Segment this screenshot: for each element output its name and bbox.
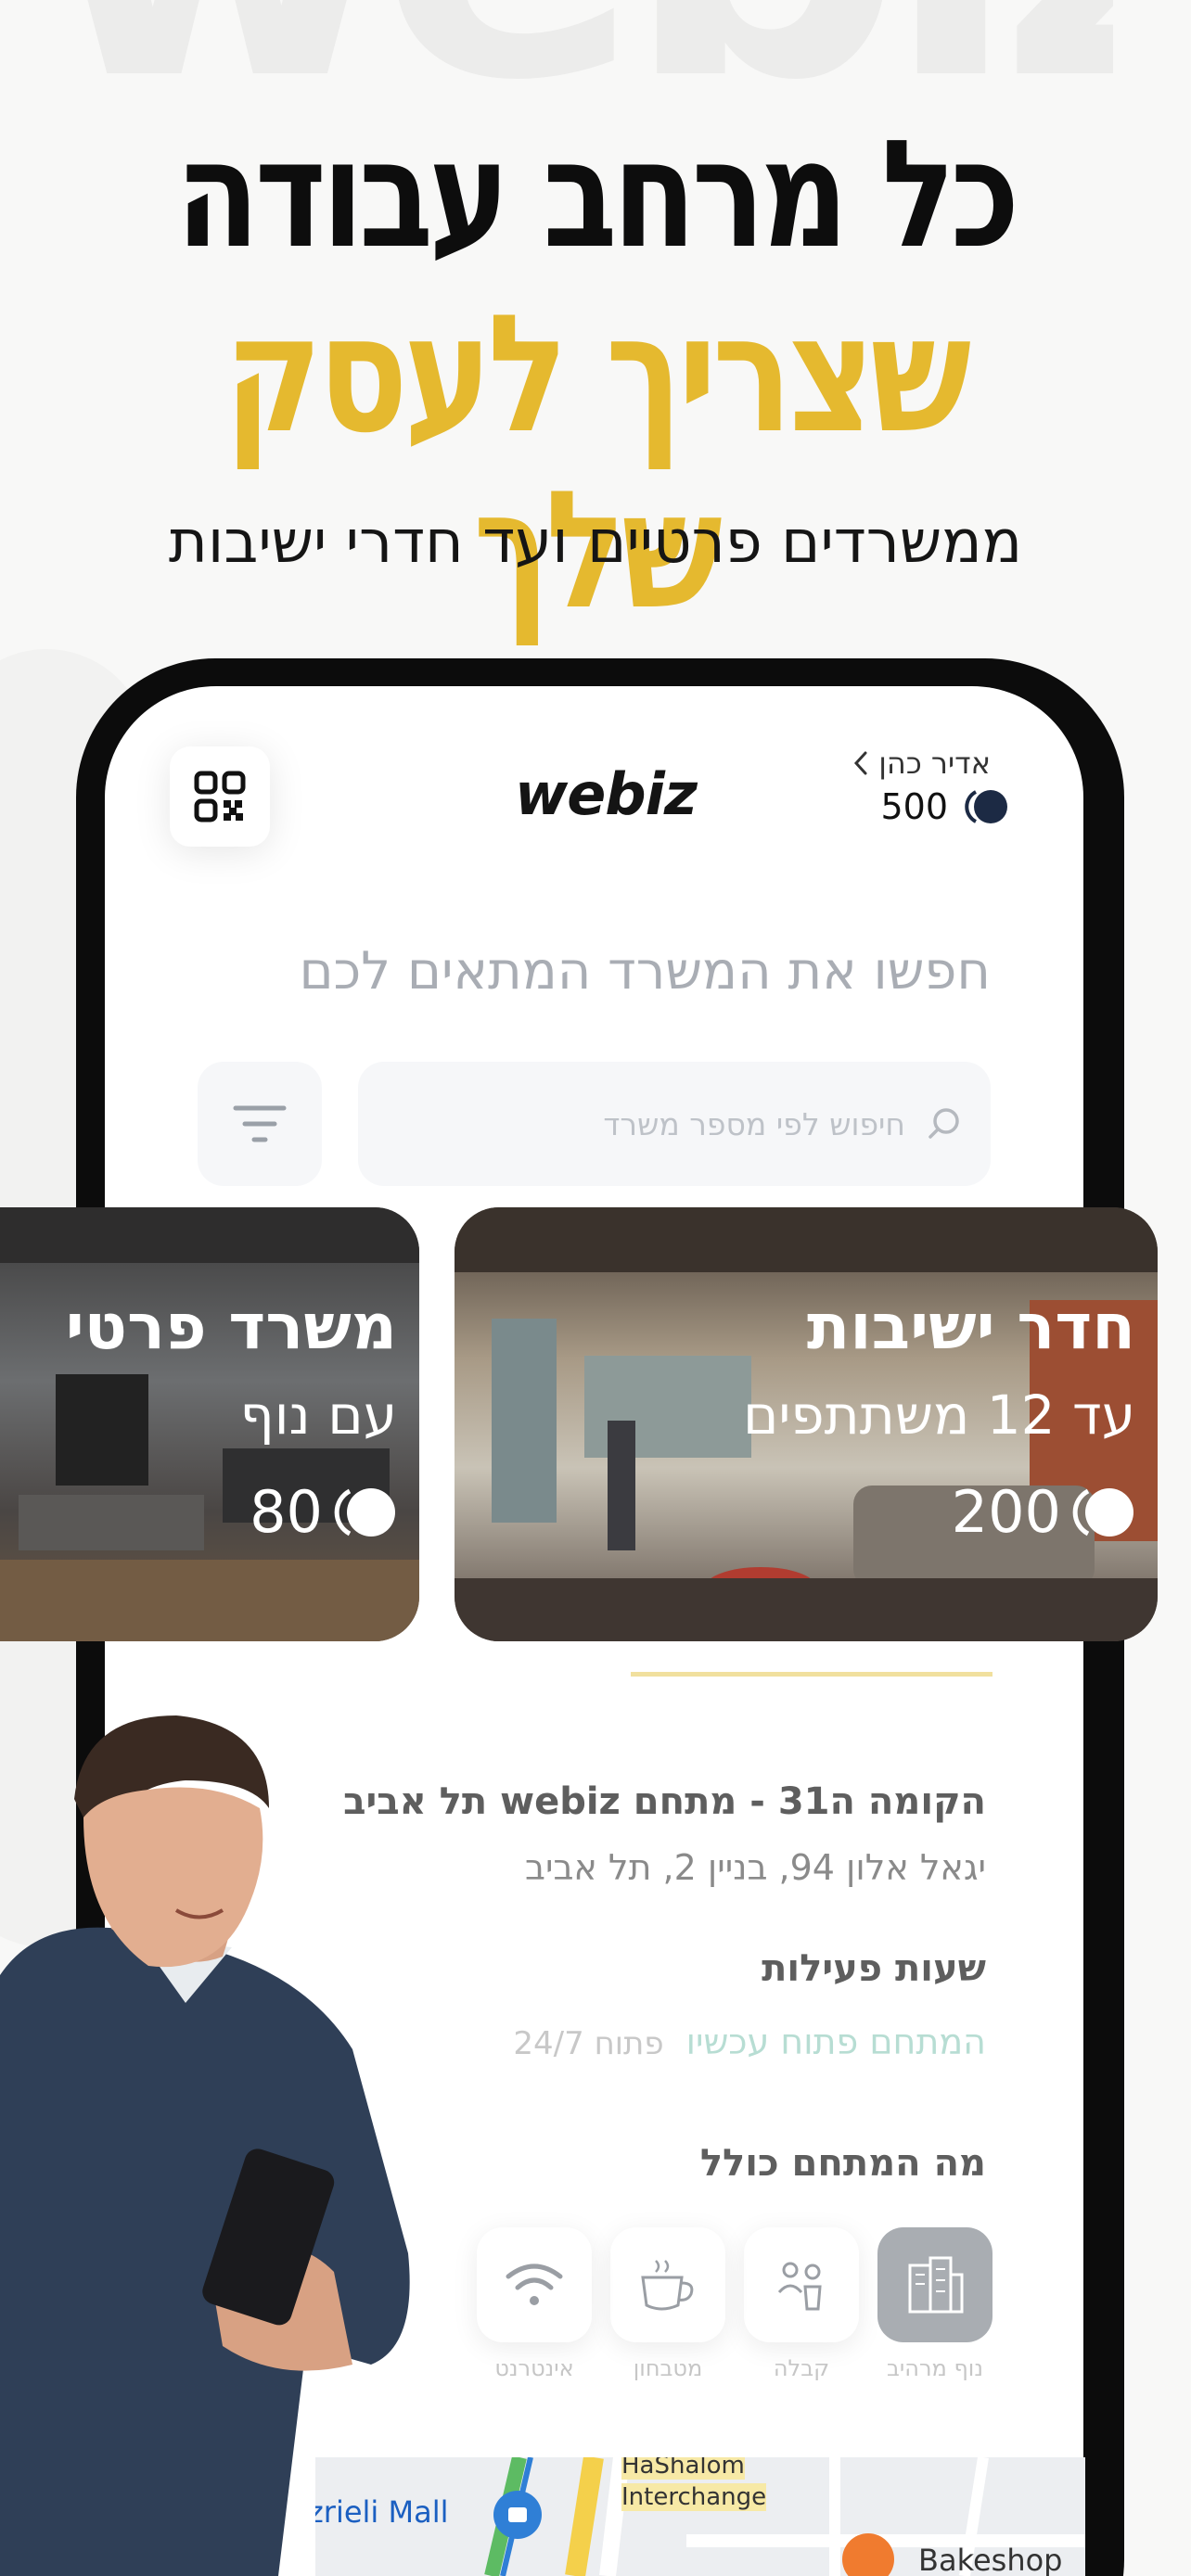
open-now-text: המתחם פתוח עכשיו — [685, 2021, 986, 2062]
amenity-label: מטבחון — [633, 2355, 703, 2381]
space-card-meeting-room[interactable]: חדר ישיבות עד 12 משתתפים 200 — [455, 1207, 1158, 1641]
coffee-cup-icon — [641, 2260, 694, 2311]
search-input[interactable] — [386, 1105, 905, 1142]
hero-headline-line1: כל מרחב עבודה — [175, 108, 1020, 281]
hero-headline-line2: שצריך לעסק שלך — [224, 281, 971, 645]
venue-address: יגאל אלון 94, בניין 2, תל אביב — [524, 1847, 986, 1888]
credit-coin-icon — [961, 788, 1009, 825]
card-price: 80 — [250, 1478, 397, 1546]
search-icon — [928, 1108, 959, 1139]
amenities-title: מה המתחם כולל — [699, 2142, 986, 2185]
qr-code-icon — [194, 771, 246, 823]
credits-value: 500 — [880, 786, 948, 827]
carousel-indicator — [631, 1672, 992, 1677]
card-title: חדר ישיבות — [806, 1291, 1135, 1364]
amenity-label: נוף מרהיב — [887, 2355, 983, 2381]
card-price-value: 80 — [250, 1478, 323, 1546]
space-card-private-office[interactable]: משרד פרטי עם נוף 80 — [0, 1207, 419, 1641]
background-watermark: webiz — [37, 0, 1113, 93]
hero-subtitle: ממשרדים פרטיים ועד חדרי ישיבות — [168, 508, 1023, 577]
wifi-icon — [506, 2264, 563, 2305]
reception-icon — [777, 2262, 822, 2311]
man-with-phone-photo — [0, 1715, 410, 2576]
amenity-reception[interactable]: קבלה — [744, 2227, 859, 2381]
amenity-internet[interactable]: אינטרנט — [477, 2227, 592, 2381]
buildings-icon — [908, 2256, 964, 2314]
chevron-left-icon — [854, 751, 867, 775]
amenity-label: קבלה — [773, 2355, 830, 2381]
map-label-interchange: Interchange — [621, 2483, 767, 2511]
credit-coin-icon — [1067, 1486, 1135, 1539]
qr-code-button[interactable] — [170, 746, 270, 847]
card-title: משרד פרטי — [65, 1291, 397, 1364]
hours-title: שעות פעילות — [762, 1947, 986, 1990]
user-name: אדיר כהן — [878, 746, 991, 781]
card-price: 200 — [952, 1478, 1135, 1546]
map-label-hashalom: HaShalom — [621, 2457, 745, 2480]
card-subtitle: עד 12 משתתפים — [742, 1384, 1135, 1447]
filter-button[interactable] — [198, 1062, 322, 1186]
filter-icon — [233, 1105, 287, 1142]
hours-detail: פתוח 24/7 — [513, 2025, 664, 2062]
credit-coin-icon — [328, 1486, 397, 1539]
search-bar — [358, 1062, 991, 1186]
amenity-kitchenette[interactable]: מטבחון — [610, 2227, 725, 2381]
credits-balance: 500 — [880, 786, 1009, 827]
card-subtitle: עם נוף — [239, 1384, 397, 1447]
app-logo: webiz — [514, 760, 698, 828]
amenity-label: אינטרנט — [494, 2355, 574, 2381]
hours-status: המתחם פתוח עכשיו פתוח 24/7 — [513, 2021, 986, 2062]
card-price-value: 200 — [951, 1478, 1061, 1546]
venue-title: הקומה ה31 - מתחם webiz תל אביב — [343, 1780, 986, 1823]
user-profile-link[interactable]: אדיר כהן — [852, 746, 991, 781]
amenity-view[interactable]: נוף מרהיב — [877, 2227, 992, 2381]
search-title: חפשו את המשרד המתאים לכם — [299, 941, 991, 1001]
map-label-bakeshop: Bakeshop — [918, 2543, 1063, 2576]
